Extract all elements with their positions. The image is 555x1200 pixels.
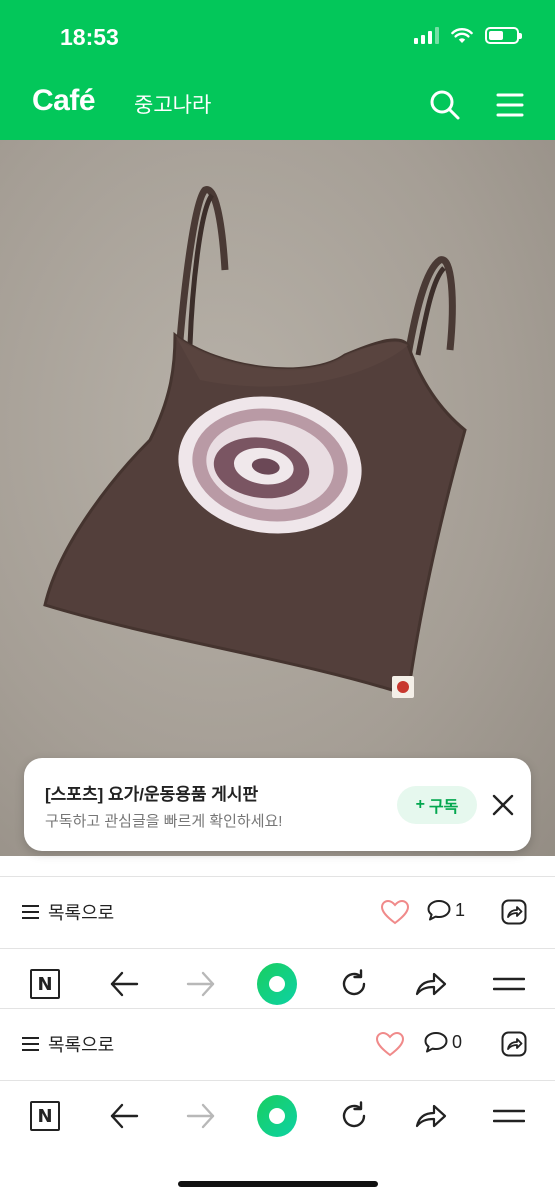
subscribe-button[interactable]: + 구독 bbox=[397, 786, 477, 824]
naver-home-button[interactable]: N bbox=[25, 1096, 65, 1136]
forward-share-icon bbox=[415, 1104, 447, 1128]
battery-icon bbox=[485, 27, 522, 44]
banner-subtitle: 구독하고 관심글을 빠르게 확인하세요! bbox=[45, 813, 283, 830]
app-header: 18:53 Café 중고나라 bbox=[0, 0, 555, 140]
refresh-icon bbox=[342, 1101, 366, 1128]
comment-icon bbox=[427, 900, 451, 921]
product-photo[interactable] bbox=[0, 140, 555, 856]
double-line-menu-icon bbox=[493, 1109, 525, 1123]
home-indicator[interactable] bbox=[178, 1181, 378, 1187]
green-dot-button[interactable] bbox=[257, 1095, 297, 1137]
forward-share-icon bbox=[415, 972, 447, 996]
back-to-list-button[interactable]: 목록으로 bbox=[22, 1031, 114, 1057]
list-icon bbox=[22, 905, 39, 919]
post-action-bar: 목록으로 1 bbox=[0, 877, 555, 947]
arrow-right-icon bbox=[186, 971, 215, 997]
plus-icon: + bbox=[415, 796, 425, 813]
status-time: 18:53 bbox=[60, 24, 119, 50]
subscribe-banner: [스포츠] 요가/운동용품 게시판 구독하고 관심글을 빠르게 확인하세요! +… bbox=[24, 758, 531, 851]
divider bbox=[0, 1080, 555, 1081]
share-page-button[interactable] bbox=[411, 964, 451, 1004]
tabs-menu-button[interactable] bbox=[489, 1096, 529, 1136]
back-to-list-label: 목록으로 bbox=[48, 903, 115, 923]
back-button[interactable] bbox=[104, 1096, 144, 1136]
cafe-name[interactable]: 중고나라 bbox=[134, 89, 211, 119]
share-icon[interactable] bbox=[500, 898, 528, 926]
comment-count: 0 bbox=[452, 1031, 463, 1052]
list-icon bbox=[22, 1037, 39, 1051]
divider bbox=[0, 948, 555, 949]
share-page-button[interactable] bbox=[411, 1096, 451, 1136]
cafe-logo[interactable]: Café bbox=[32, 84, 96, 118]
comment-button[interactable]: 1 bbox=[426, 898, 465, 922]
comment-button[interactable]: 0 bbox=[423, 1030, 462, 1054]
subscribe-label: 구독 bbox=[428, 799, 459, 816]
refresh-button[interactable] bbox=[334, 1096, 374, 1136]
banner-title: [스포츠] 요가/운동용품 게시판 bbox=[45, 785, 259, 804]
share-icon[interactable] bbox=[500, 1030, 528, 1058]
tank-top-image bbox=[43, 186, 467, 698]
arrow-right-icon bbox=[186, 1103, 215, 1129]
wifi-icon bbox=[451, 28, 473, 43]
green-dot-icon bbox=[257, 1095, 297, 1137]
back-to-list-label: 목록으로 bbox=[48, 1035, 115, 1055]
menu-icon[interactable] bbox=[496, 91, 524, 119]
forward-button[interactable] bbox=[181, 1096, 221, 1136]
green-dot-button[interactable] bbox=[257, 963, 297, 1005]
forward-button[interactable] bbox=[181, 964, 221, 1004]
double-line-menu-icon bbox=[493, 977, 525, 991]
comment-count: 1 bbox=[455, 899, 466, 920]
tabs-menu-button[interactable] bbox=[489, 964, 529, 1004]
naver-n-icon: N bbox=[30, 969, 60, 999]
back-button[interactable] bbox=[104, 964, 144, 1004]
naver-n-icon: N bbox=[30, 1101, 60, 1131]
status-icons bbox=[414, 27, 522, 44]
search-icon[interactable] bbox=[428, 88, 462, 122]
heart-icon[interactable] bbox=[380, 899, 410, 925]
refresh-icon bbox=[342, 969, 366, 996]
green-dot-icon bbox=[257, 963, 297, 1005]
back-to-list-button[interactable]: 목록으로 bbox=[22, 899, 114, 925]
refresh-button[interactable] bbox=[334, 964, 374, 1004]
post-action-bar: 목록으로 0 bbox=[0, 1009, 555, 1079]
heart-icon[interactable] bbox=[375, 1031, 405, 1057]
comment-icon bbox=[424, 1032, 448, 1053]
arrow-left-icon bbox=[110, 971, 139, 997]
naver-home-button[interactable]: N bbox=[25, 964, 65, 1004]
cellular-signal-icon bbox=[414, 27, 439, 44]
close-icon[interactable] bbox=[490, 792, 516, 818]
arrow-left-icon bbox=[110, 1103, 139, 1129]
browser-toolbar: N bbox=[0, 1082, 555, 1150]
